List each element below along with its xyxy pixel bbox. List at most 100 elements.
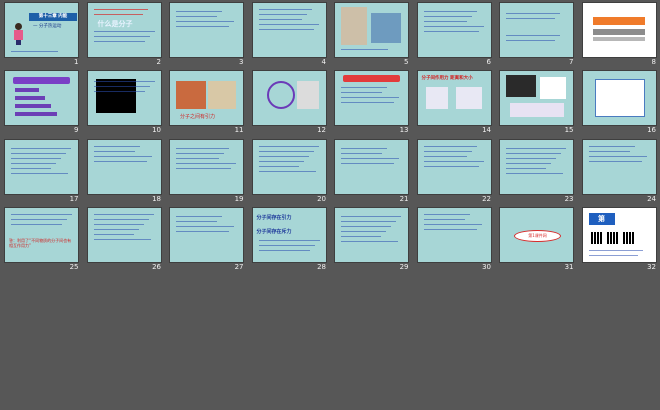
- slide-thumbnail[interactable]: 分子间作用力 距离和大小 14: [413, 68, 496, 136]
- text-line: [93, 228, 139, 230]
- text-line: [506, 167, 546, 169]
- text-line: [258, 19, 302, 20]
- slide-thumbnail[interactable]: 29: [330, 205, 413, 273]
- slide-thumbnail[interactable]: 7: [495, 0, 578, 68]
- text-line: [93, 31, 155, 32]
- text-line: [93, 14, 143, 15]
- slide-thumbnail[interactable]: 5: [330, 0, 413, 68]
- slide-preview: 什么是分子: [87, 3, 161, 57]
- text-line: [93, 41, 145, 42]
- slide-thumbnail[interactable]: 15: [495, 68, 578, 136]
- slide-number: 21: [399, 194, 409, 203]
- diagram: [510, 103, 564, 118]
- slide-thumbnail[interactable]: 17: [0, 137, 83, 205]
- text-line: [176, 167, 231, 169]
- slide-number: 5: [404, 58, 409, 66]
- slide-thumbnail[interactable]: 16: [578, 68, 660, 136]
- slide-number: 16: [647, 126, 656, 135]
- slide-thumbnail[interactable]: 23: [495, 137, 578, 205]
- slide-thumbnail[interactable]: 什么是分子 2: [83, 0, 166, 68]
- text-line: [341, 97, 399, 99]
- slide-thumbnail[interactable]: 3: [165, 0, 248, 68]
- slide-thumbnail[interactable]: 13: [330, 68, 413, 136]
- slide-thumbnail[interactable]: 12: [248, 68, 331, 136]
- text-line: [341, 235, 381, 237]
- slide-preview: 分子之间有引力: [170, 71, 243, 126]
- slide-number: 9: [74, 126, 79, 135]
- slide-text: 分子间存在斥力: [256, 228, 292, 235]
- text-line: [588, 150, 630, 152]
- text-line: [93, 91, 145, 93]
- slide-preview: 分子间作用力 距离和大小: [417, 71, 491, 126]
- diagram: [455, 87, 482, 110]
- slide-thumbnail[interactable]: 10: [83, 68, 166, 136]
- text-line: [11, 152, 66, 154]
- slide-thumbnail[interactable]: 21: [330, 137, 413, 205]
- slide-number: 6: [486, 58, 491, 66]
- slide-preview: 第1PPT: [582, 207, 656, 262]
- slide-preview: [335, 139, 408, 194]
- text-line: [93, 233, 134, 235]
- text-line: [176, 11, 222, 12]
- text-line: [93, 145, 140, 147]
- slide-thumbnail[interactable]: 30: [413, 205, 496, 273]
- slide-preview: [335, 3, 408, 57]
- text-line: [258, 150, 314, 152]
- slide-number: 1: [74, 58, 79, 66]
- slide-thumbnail[interactable]: 答：利用了“不同物质的分子间也有相互作用力” 25: [0, 205, 83, 273]
- slide-thumbnail[interactable]: 第十三章 内能一 分子热运动 1: [0, 0, 83, 68]
- text-line: [341, 49, 388, 50]
- text-line: [588, 160, 642, 162]
- slide-number: 20: [317, 194, 326, 203]
- text-line: [423, 145, 477, 147]
- slide-number: 29: [399, 262, 409, 271]
- slide-preview: [252, 139, 326, 194]
- text-line: [506, 172, 563, 174]
- photo: [341, 7, 367, 45]
- slide-sorter-grid: 第十三章 内能一 分子热运动 1 什么是分子 2 3 4 5 6 7 8 9 10 分子之间有引力 11 1…: [0, 0, 660, 410]
- slide-text: 答：利用了“不同物质的分子间也有相互作用力”: [9, 237, 72, 248]
- text-line: [506, 35, 560, 36]
- text-line: [341, 230, 386, 232]
- slide-thumbnail[interactable]: 分子之间有引力 11: [165, 68, 248, 136]
- slide-thumbnail[interactable]: 27: [165, 205, 248, 273]
- slide-number: 4: [321, 58, 326, 66]
- text-line: [93, 155, 152, 157]
- slide-thumbnail[interactable]: 20: [248, 137, 331, 205]
- slide-thumbnail[interactable]: 19: [165, 137, 248, 205]
- text-line: [258, 145, 319, 147]
- slide-thumbnail[interactable]: 9: [0, 68, 83, 136]
- slide-thumbnail[interactable]: 24: [578, 137, 660, 205]
- bar: [15, 96, 45, 101]
- cycle-diagram: [266, 81, 295, 110]
- slide-thumbnail[interactable]: 18: [83, 137, 166, 205]
- text-line: [506, 40, 555, 41]
- slide-thumbnail[interactable]: 8: [578, 0, 660, 68]
- slide-thumbnail[interactable]: 26: [83, 205, 166, 273]
- slide-thumbnail[interactable]: 第1课件网 31: [495, 205, 578, 273]
- slide-thumbnail[interactable]: 22: [413, 137, 496, 205]
- text-line: [93, 81, 155, 83]
- text-line: [258, 170, 316, 172]
- text-line: [341, 152, 382, 154]
- slide-thumbnail[interactable]: 第1PPT 32: [578, 205, 660, 273]
- slide-thumbnail[interactable]: 分子间存在引力 分子间存在斥力 28: [248, 205, 331, 273]
- girl-head: [15, 23, 22, 30]
- slide-number: 31: [564, 262, 574, 271]
- slide-preview: [170, 3, 243, 57]
- slide-thumbnail[interactable]: 4: [248, 0, 331, 68]
- girl-legs: [16, 40, 21, 45]
- text-line: [11, 218, 67, 220]
- slide-thumbnail[interactable]: 6: [413, 0, 496, 68]
- slide-text: 第十三章 内能: [29, 13, 77, 21]
- video-frame: [95, 79, 136, 114]
- qr-code: [606, 231, 619, 244]
- text-line: [341, 147, 387, 149]
- slide-preview: [170, 139, 243, 194]
- text-line: [11, 157, 61, 159]
- slide-number: 30: [482, 262, 491, 271]
- text-line: [423, 155, 467, 157]
- header-banner: [13, 77, 70, 85]
- text-line: [423, 218, 465, 220]
- text-line: [423, 223, 482, 225]
